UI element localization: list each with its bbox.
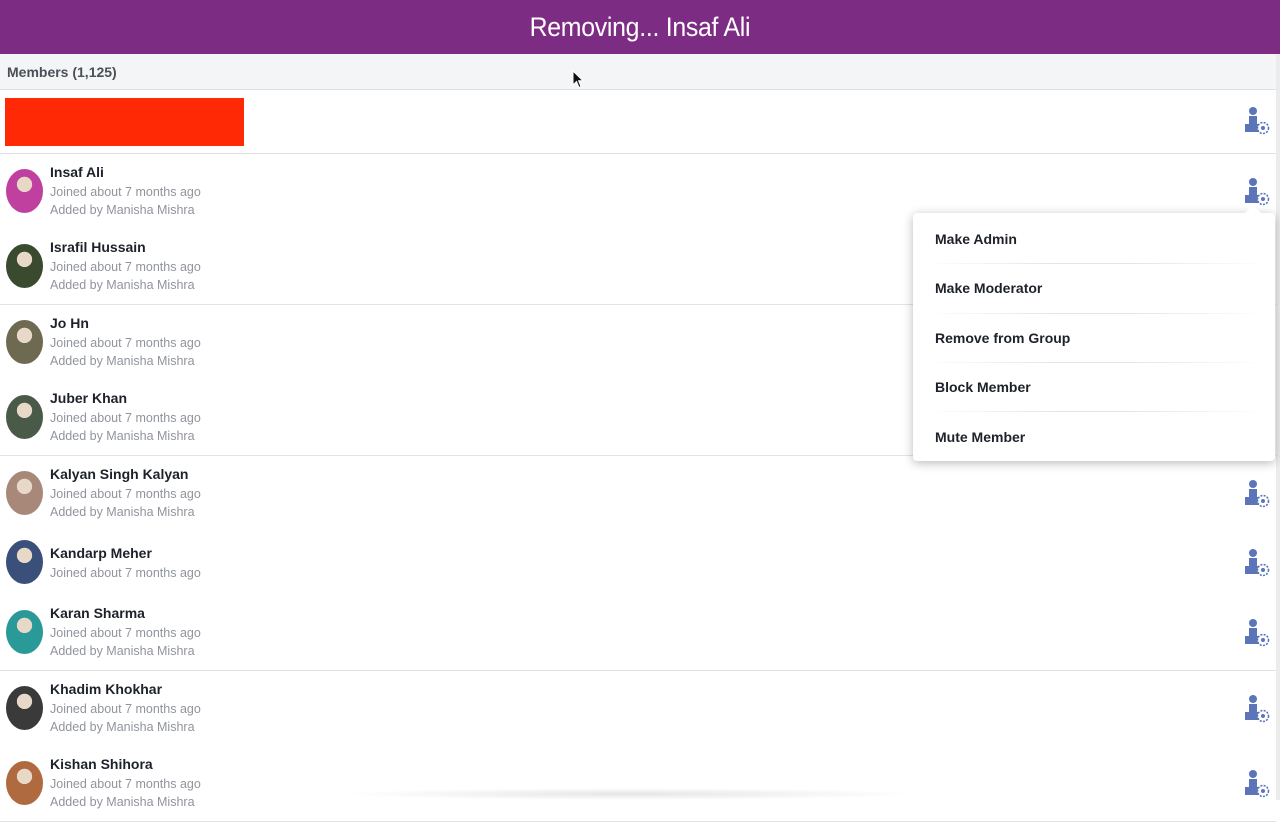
admin-settings-icon[interactable] (1244, 769, 1270, 799)
menu-item-make-moderator[interactable]: Make Moderator (935, 280, 1042, 296)
admin-settings-icon[interactable] (1244, 618, 1270, 648)
mouse-pointer-icon (572, 70, 584, 89)
member-actions-menu: Make Admin Make Moderator Remove from Gr… (913, 205, 1275, 461)
member-joined: Joined about 7 months ago (50, 411, 201, 425)
member-joined: Joined about 7 months ago (50, 566, 201, 580)
member-row[interactable]: Kandarp Meher Joined about 7 months ago (0, 531, 1276, 596)
menu-caret (1245, 205, 1261, 213)
menu-item-remove-from-group[interactable]: Remove from Group (935, 330, 1070, 346)
member-added-by: Added by Manisha Mishra (50, 203, 195, 217)
member-joined: Joined about 7 months ago (50, 487, 201, 501)
admin-settings-icon[interactable] (1244, 694, 1270, 724)
menu-item-mute-member[interactable]: Mute Member (935, 429, 1025, 445)
member-added-by: Added by Manisha Mishra (50, 505, 195, 519)
members-count-title: Members (1,125) (7, 63, 117, 80)
admin-settings-icon[interactable] (1244, 479, 1270, 509)
menu-divider (923, 313, 1265, 314)
member-name[interactable]: Kalyan Singh Kalyan (50, 466, 188, 482)
member-added-by: Added by Manisha Mishra (50, 429, 195, 443)
member-name[interactable]: Kandarp Meher (50, 545, 152, 561)
member-joined: Joined about 7 months ago (50, 702, 201, 716)
member-added-by: Added by Manisha Mishra (50, 278, 195, 292)
scrollbar-track[interactable] (1276, 54, 1280, 800)
avatar[interactable] (6, 610, 43, 654)
top-bar: Removing... Insaf Ali (0, 0, 1280, 54)
member-added-by: Added by Manisha Mishra (50, 720, 195, 734)
menu-divider (923, 362, 1265, 363)
avatar[interactable] (6, 320, 43, 364)
avatar[interactable] (6, 761, 43, 805)
member-joined: Joined about 7 months ago (50, 336, 201, 350)
member-name[interactable]: Khadim Khokhar (50, 681, 162, 697)
bottom-shadow (340, 788, 920, 800)
member-joined: Joined about 7 months ago (50, 260, 201, 274)
admin-settings-icon[interactable] (1244, 177, 1270, 207)
member-added-by: Added by Manisha Mishra (50, 795, 195, 809)
member-name[interactable]: Juber Khan (50, 390, 127, 406)
member-joined: Joined about 7 months ago (50, 777, 201, 791)
member-added-by: Added by Manisha Mishra (50, 644, 195, 658)
avatar[interactable] (6, 244, 43, 288)
member-name[interactable]: Jo Hn (50, 315, 89, 331)
menu-item-make-admin[interactable]: Make Admin (935, 231, 1017, 247)
avatar[interactable] (6, 686, 43, 730)
member-joined: Joined about 7 months ago (50, 626, 201, 640)
avatar[interactable] (6, 395, 43, 439)
menu-item-block-member[interactable]: Block Member (935, 379, 1031, 395)
member-name[interactable]: Israfil Hussain (50, 239, 146, 255)
highlight-row (0, 90, 1276, 154)
menu-divider (923, 263, 1265, 264)
avatar[interactable] (6, 540, 43, 584)
member-row[interactable]: Kishan Shihora Joined about 7 months ago… (0, 746, 1276, 822)
page-title: Removing... Insaf Ali (529, 11, 751, 42)
admin-settings-icon[interactable] (1244, 548, 1270, 578)
member-name[interactable]: Insaf Ali (50, 164, 104, 180)
avatar[interactable] (6, 169, 43, 213)
member-row[interactable]: Karan Sharma Joined about 7 months ago A… (0, 595, 1276, 671)
member-row[interactable]: Khadim Khokhar Joined about 7 months ago… (0, 671, 1276, 747)
redacted-block (5, 98, 244, 146)
admin-settings-icon[interactable] (1244, 106, 1270, 136)
members-header: Members (1,125) (0, 54, 1276, 90)
member-name[interactable]: Kishan Shihora (50, 756, 153, 772)
avatar[interactable] (6, 471, 43, 515)
member-row[interactable]: Kalyan Singh Kalyan Joined about 7 month… (0, 456, 1276, 532)
menu-divider (923, 411, 1265, 412)
member-added-by: Added by Manisha Mishra (50, 354, 195, 368)
member-joined: Joined about 7 months ago (50, 185, 201, 199)
member-name[interactable]: Karan Sharma (50, 605, 145, 621)
